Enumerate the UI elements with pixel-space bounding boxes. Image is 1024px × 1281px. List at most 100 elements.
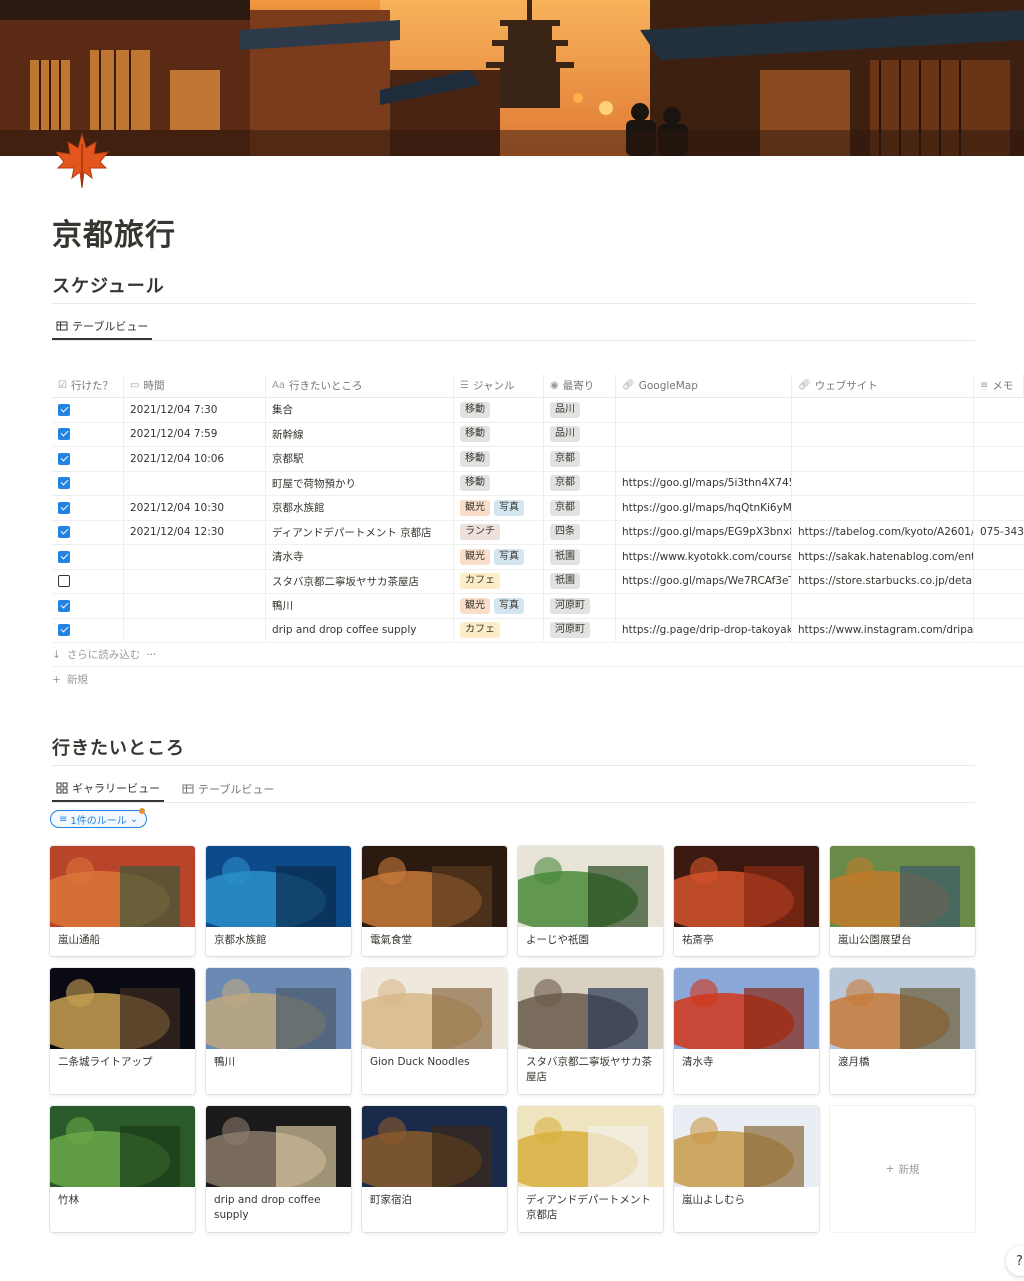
column-header-station[interactable]: ◉ 最寄り (544, 374, 616, 397)
gallery-card[interactable]: 二条城ライトアップ (50, 968, 195, 1094)
column-header-website[interactable]: 🔗︎ ウェブサイト (792, 374, 974, 397)
cell-place[interactable]: 鴨川 (266, 594, 454, 618)
cell-station[interactable]: 品川 (544, 398, 616, 422)
gallery-card[interactable]: ディアンドデパートメント京都店 (518, 1106, 663, 1232)
cell-googlemap[interactable]: https://goo.gl/maps/hqQtnKi6yMyfV (616, 496, 792, 520)
new-card-button[interactable]: + 新規 (830, 1106, 975, 1232)
table-row[interactable]: 町屋で荷物預かり 移動 京都 https://goo.gl/maps/5i3thn4X… (52, 471, 1024, 496)
cell-genre[interactable]: 観光 写真 (454, 545, 544, 569)
cell-time[interactable] (124, 618, 266, 642)
cell-website[interactable]: https://sakak.hatenablog.com/entry/2 (792, 545, 974, 569)
cell-station[interactable]: 河原町 (544, 594, 616, 618)
cell-googlemap[interactable] (616, 398, 792, 422)
cell-time[interactable]: 2021/12/04 7:30 (124, 398, 266, 422)
cell-memo[interactable] (974, 594, 1024, 618)
cell-genre[interactable]: 観光 写真 (454, 594, 544, 618)
column-header-place[interactable]: Aa 行きたいところ (266, 374, 454, 397)
table-row[interactable]: drip and drop coffee supply カフェ 河原町 https:/… (52, 618, 1024, 643)
cell-memo[interactable] (974, 472, 1024, 496)
cell-googlemap[interactable]: https://goo.gl/maps/5i3thn4X745LN (616, 471, 792, 495)
cell-memo[interactable] (974, 398, 1024, 422)
gallery-card[interactable]: 嵐山よしむら (674, 1106, 819, 1232)
cell-website[interactable]: https://tabelog.com/kyoto/A2601/A2 (792, 520, 974, 544)
done-checkbox[interactable] (58, 452, 70, 465)
cell-genre[interactable]: 観光 写真 (454, 496, 544, 520)
gallery-card[interactable]: Gion Duck Noodles (362, 968, 507, 1094)
cell-genre[interactable]: 移動 (454, 471, 544, 495)
cell-memo[interactable] (974, 545, 1024, 569)
cell-googlemap[interactable]: https://g.page/drip-drop-takoyakus (616, 618, 792, 642)
gallery-card[interactable]: drip and drop coffee supply (206, 1106, 351, 1232)
cell-genre[interactable]: カフェ (454, 569, 544, 593)
cell-memo[interactable] (974, 423, 1024, 447)
done-checkbox[interactable] (58, 477, 70, 490)
cell-googlemap[interactable] (616, 594, 792, 618)
cell-time[interactable] (124, 569, 266, 593)
cell-googlemap[interactable]: https://goo.gl/maps/EG9pX3bnx8ty (616, 520, 792, 544)
cell-time[interactable]: 2021/12/04 12:30 (124, 520, 266, 544)
cell-station[interactable]: 河原町 (544, 618, 616, 642)
column-header-googlemap[interactable]: 🔗︎ GoogleMap (616, 374, 792, 397)
column-header-time[interactable]: ▭ 時間 (124, 374, 266, 397)
gallery-card[interactable]: 電氣食堂 (362, 846, 507, 956)
cell-googlemap[interactable]: https://www.kyotokk.com/course-m (616, 545, 792, 569)
cell-memo[interactable] (974, 570, 1024, 594)
gallery-card[interactable]: 竹林 (50, 1106, 195, 1232)
done-checkbox[interactable] (58, 550, 70, 563)
cell-place[interactable]: drip and drop coffee supply (266, 618, 454, 642)
table-row[interactable]: 2021/12/04 10:06 京都駅 移動 京都 (52, 447, 1024, 472)
gallery-card[interactable]: 祐斎亭 (674, 846, 819, 956)
cell-memo[interactable] (974, 447, 1024, 471)
cell-memo[interactable] (974, 496, 1024, 520)
column-header-genre[interactable]: ☰ ジャンル (454, 374, 544, 397)
done-checkbox[interactable] (58, 624, 70, 637)
cell-genre[interactable]: 移動 (454, 398, 544, 422)
table-row[interactable]: 2021/12/04 7:59 新幹線 移動 品川 (52, 422, 1024, 447)
cell-website[interactable]: https://www.instagram.com/dripandd (792, 618, 974, 642)
cell-time[interactable] (124, 545, 266, 569)
done-checkbox[interactable] (58, 428, 70, 441)
cell-website[interactable] (792, 471, 974, 495)
table-row[interactable]: スタバ京都二寧坂ヤサカ茶屋店 カフェ 祇園 https://goo.gl/maps/W… (52, 569, 1024, 594)
cell-time[interactable]: 2021/12/04 10:30 (124, 496, 266, 520)
cell-place[interactable]: 新幹線 (266, 422, 454, 446)
cell-station[interactable]: 京都 (544, 447, 616, 471)
cell-website[interactable] (792, 422, 974, 446)
cell-website[interactable]: https://store.starbucks.co.jp/detail-1 (792, 569, 974, 593)
gallery-card[interactable]: よーじや祇園 (518, 846, 663, 956)
cell-genre[interactable]: 移動 (454, 447, 544, 471)
table-row[interactable]: 2021/12/04 12:30 ディアンドデパートメント 京都店 ランチ 四条 htt… (52, 520, 1024, 545)
column-header-memo[interactable]: ≡ メモ (974, 374, 1024, 397)
gallery-card[interactable]: 渡月橋 (830, 968, 975, 1094)
load-more-button[interactable]: ↓ さらに読み込む ··· (52, 647, 156, 662)
cell-place[interactable]: ディアンドデパートメント 京都店 (266, 520, 454, 544)
add-row-button[interactable]: + 新規 (52, 672, 88, 687)
cell-googlemap[interactable] (616, 422, 792, 446)
cell-station[interactable]: 祇園 (544, 569, 616, 593)
cell-website[interactable] (792, 594, 974, 618)
cell-time[interactable]: 2021/12/04 10:06 (124, 447, 266, 471)
cell-station[interactable]: 四条 (544, 520, 616, 544)
gallery-card[interactable]: 清水寺 (674, 968, 819, 1094)
gallery-card[interactable]: 町家宿泊 (362, 1106, 507, 1232)
cell-station[interactable]: 品川 (544, 422, 616, 446)
done-checkbox[interactable] (58, 501, 70, 514)
tab-table-view[interactable]: テーブルビュー (52, 314, 153, 340)
table-row[interactable]: 2021/12/04 10:30 京都水族館 観光 写真 京都 https://goo.g… (52, 496, 1024, 521)
tab-table-view[interactable]: テーブルビュー (178, 776, 278, 802)
cell-googlemap[interactable] (616, 447, 792, 471)
gallery-card[interactable]: 鴨川 (206, 968, 351, 1094)
cell-memo[interactable] (974, 619, 1024, 643)
gallery-card[interactable]: 嵐山公園展望台 (830, 846, 975, 956)
cell-googlemap[interactable]: https://goo.gl/maps/We7RCAf3eTkE (616, 569, 792, 593)
cell-genre[interactable]: ランチ (454, 520, 544, 544)
more-icon[interactable]: ··· (146, 649, 156, 661)
done-checkbox[interactable] (58, 403, 70, 416)
cell-website[interactable] (792, 447, 974, 471)
gallery-card[interactable]: 嵐山通船 (50, 846, 195, 956)
cell-station[interactable]: 京都 (544, 496, 616, 520)
cell-place[interactable]: スタバ京都二寧坂ヤサカ茶屋店 (266, 569, 454, 593)
cell-memo[interactable]: 075-343 (974, 521, 1024, 545)
table-row[interactable]: 鴨川 観光 写真 河原町 (52, 594, 1024, 619)
tab-gallery-view[interactable]: ギャラリービュー (52, 776, 164, 802)
